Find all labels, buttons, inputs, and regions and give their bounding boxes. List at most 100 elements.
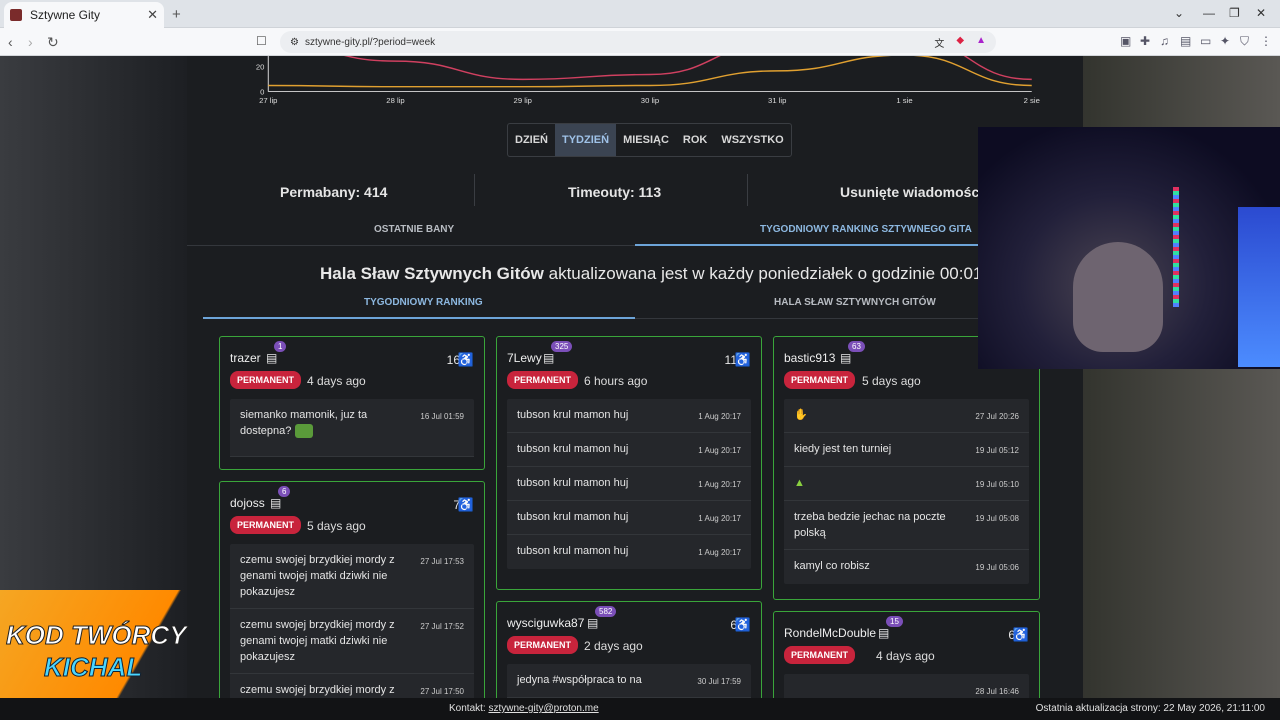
webcam-overlay <box>978 127 1280 369</box>
period-all[interactable]: WSZYSTKO <box>714 124 790 156</box>
leo-icon[interactable]: ✦ <box>1220 34 1230 48</box>
chat-icon[interactable]: ▤ <box>266 351 277 365</box>
reload-icon[interactable]: ↻ <box>47 34 59 51</box>
restore-icon[interactable]: ❐ <box>1229 6 1240 20</box>
media-icon[interactable]: ♫ <box>1160 34 1169 48</box>
chat-icon[interactable]: ▤ <box>840 351 851 365</box>
bookmark-icon[interactable]: ☐ <box>256 34 267 48</box>
wheelchair-icon: ♿ <box>734 352 751 367</box>
message-list: czemu swojej brzydkiej mordy z genami tw… <box>230 544 474 708</box>
wave-emote-icon: ✋ <box>794 409 808 421</box>
chat-message: czemu swojej brzydkiej mordy z genami tw… <box>230 544 474 609</box>
message-text: jedyna #współpraca to na <box>517 674 642 686</box>
username[interactable]: wysciguwka87 <box>507 616 584 630</box>
message-time: 19 Jul 05:08 <box>975 514 1019 523</box>
period-month[interactable]: MIESIĄC <box>616 124 676 156</box>
tab-weekly[interactable]: TYGODNIOWY RANKING <box>364 297 483 308</box>
tab-weekly-ranking[interactable]: TYGODNIOWY RANKING SZTYWNEGO GITA <box>760 224 972 235</box>
streamer-face <box>1073 242 1163 352</box>
chat-icon[interactable]: ▤ <box>543 351 554 365</box>
vpn-icon[interactable]: ⛉ <box>1240 34 1249 49</box>
message-count-badge: 1 <box>274 341 287 352</box>
forward-icon[interactable]: › <box>28 34 33 50</box>
back-icon[interactable]: ‹ <box>8 34 13 50</box>
username[interactable]: trazer <box>230 351 261 365</box>
ban-time-ago: 5 days ago <box>307 519 366 533</box>
message-time: 1 Aug 20:17 <box>698 514 741 523</box>
username[interactable]: RondelMcDouble <box>784 626 876 640</box>
creator-code-banner: KOD TWÓRCY KICHAL <box>0 590 235 698</box>
chat-icon[interactable]: ▤ <box>878 626 889 640</box>
period-year[interactable]: ROK <box>676 124 714 156</box>
permanent-badge: PERMANENT <box>230 371 302 389</box>
tab-recent-bans[interactable]: OSTATNIE BANY <box>374 224 454 235</box>
brave-shield-icon[interactable]: ◆ <box>956 35 964 50</box>
message-text: tubson krul mamon huj <box>517 409 629 421</box>
message-text: tubson krul mamon huj <box>517 443 629 455</box>
tab-search-icon[interactable]: ⌄ <box>1174 6 1184 20</box>
message-count-badge: 6 <box>278 486 291 497</box>
browser-tab[interactable]: Sztywne Gity ✕ <box>4 2 164 28</box>
username[interactable]: dojoss <box>230 496 265 510</box>
puzzle-icon[interactable]: ✚ <box>1140 34 1150 48</box>
period-week[interactable]: TYDZIEŃ <box>555 124 617 156</box>
minimize-icon[interactable]: — <box>1203 6 1215 20</box>
led-strip <box>1173 187 1179 307</box>
period-day[interactable]: DZIEŃ <box>508 124 555 156</box>
x-tick-label: 27 lip <box>259 96 277 105</box>
menu-icon[interactable]: ⋮ <box>1260 34 1272 48</box>
close-window-icon[interactable]: ✕ <box>1256 6 1266 20</box>
x-tick-label: 2 sie <box>1024 96 1040 105</box>
main-content: 20 0 27 lip 28 lip 29 lip 30 lip 31 lip 1 sie 2 … <box>187 56 1083 720</box>
message-time: 16 Jul 01:59 <box>420 412 464 421</box>
sidebar-icon[interactable]: ▤ <box>1180 34 1191 48</box>
x-tick-label: 28 lip <box>386 96 404 105</box>
creator-code-value: KICHAL <box>43 652 143 683</box>
chat-message: siemanko mamonik, juz ta dostepna? 16 Jul… <box>230 399 474 457</box>
period-selector: DZIEŃ TYDZIEŃ MIESIĄC ROK WSZYSTKO <box>507 123 792 157</box>
chat-icon[interactable]: ▤ <box>270 496 281 510</box>
permanent-badge: PERMANENT <box>784 371 856 389</box>
ranking-card: bastic913 ▤ 63 PERMANENT 5 days ago ✋ 27 … <box>773 336 1040 600</box>
hall-of-fame-heading: Hala Sław Sztywnych Gitów aktualizowana … <box>320 264 983 283</box>
message-text: kamyl co robisz <box>794 560 870 572</box>
x-tick-label: 30 lip <box>641 96 659 105</box>
new-tab-icon[interactable]: + <box>172 6 181 23</box>
contact-text: Kontakt: sztywne-gity@proton.me <box>449 703 599 714</box>
rewards-icon[interactable]: ▲ <box>976 35 986 50</box>
site-info-icon[interactable]: ⚙ <box>290 37 299 48</box>
username[interactable]: bastic913 <box>784 351 835 365</box>
permanent-badge: PERMANENT <box>507 371 579 389</box>
tab-title: Sztywne Gity <box>30 8 101 22</box>
message-text: tubson krul mamon huj <box>517 511 629 523</box>
message-time: 1 Aug 20:17 <box>698 548 741 557</box>
chat-message: tubson krul mamon huj 1 Aug 20:17 <box>507 467 751 501</box>
username[interactable]: 7Lewy <box>507 351 542 365</box>
close-tab-icon[interactable]: ✕ <box>147 7 158 23</box>
message-text: trzeba bedzie jechac na poczte polską <box>794 511 946 539</box>
extension-icon[interactable]: ▣ <box>1120 34 1131 48</box>
message-list: tubson krul mamon huj 1 Aug 20:17 tubson … <box>507 399 751 569</box>
message-time: 19 Jul 05:06 <box>975 563 1019 572</box>
message-list: jedyna #współpraca to na 30 Jul 17:59 <box>507 664 751 698</box>
ban-time-ago: 6 hours ago <box>584 374 648 388</box>
translate-icon[interactable]: 文 <box>934 35 944 50</box>
ban-time-ago: 4 days ago <box>876 649 935 663</box>
message-text: czemu swojej brzydkiej mordy z genami tw… <box>240 554 395 598</box>
url-bar[interactable]: ⚙ sztywne-gity.pl/?period=week 文 ◆ ▲ <box>280 31 996 53</box>
address-toolbar: ‹ › ↻ ☐ ⚙ sztywne-gity.pl/?period=week 文… <box>0 28 1280 56</box>
permanent-badge: PERMANENT <box>230 516 302 534</box>
ranking-card: 7Lewy ▤ 325 11 ♿ PERMANENT 6 hours ago t… <box>496 336 762 590</box>
message-time: 27 Jul 20:26 <box>975 412 1019 421</box>
message-time: 19 Jul 05:10 <box>975 480 1019 489</box>
contact-email-link[interactable]: sztywne-gity@proton.me <box>488 703 598 714</box>
x-tick-label: 1 sie <box>896 96 912 105</box>
url-text: sztywne-gity.pl/?period=week <box>304 36 436 48</box>
message-text: tubson krul mamon huj <box>517 545 629 557</box>
tab-hall-of-fame[interactable]: HALA SŁAW SZTYWNYCH GITÓW <box>774 297 936 308</box>
wallet-icon[interactable]: ▭ <box>1200 34 1211 48</box>
chat-icon[interactable]: ▤ <box>587 616 598 630</box>
message-time: 19 Jul 05:12 <box>975 446 1019 455</box>
wheelchair-icon: ♿ <box>457 352 474 367</box>
chat-message: kamyl co robisz 19 Jul 05:06 <box>784 550 1029 584</box>
